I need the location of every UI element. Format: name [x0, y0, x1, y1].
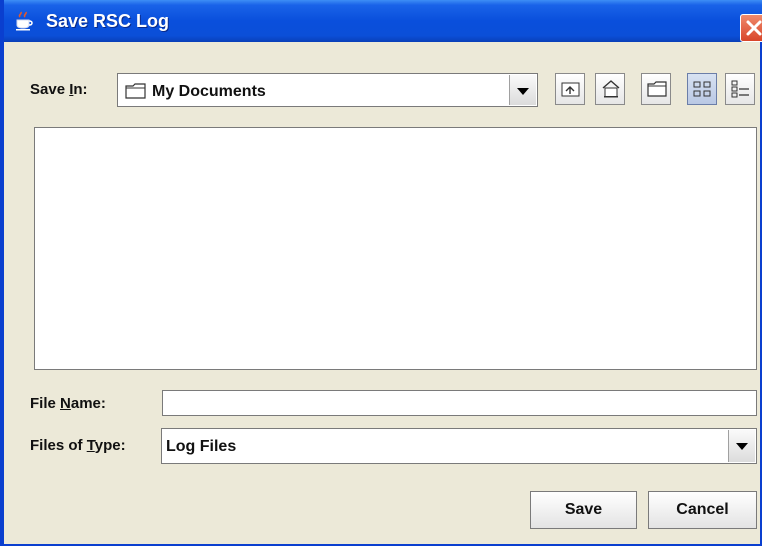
close-icon [746, 20, 762, 36]
save-in-dropdown-arrow[interactable] [509, 75, 536, 105]
file-type-value: Log Files [166, 438, 237, 455]
file-name-field[interactable] [162, 390, 757, 416]
java-cup-icon [14, 11, 34, 31]
save-in-value: My Documents [152, 83, 266, 100]
up-one-level-button[interactable] [555, 73, 585, 105]
save-in-label: Save In: [30, 81, 88, 98]
details-view-icon [731, 80, 749, 98]
list-view-icon [693, 81, 711, 97]
file-type-dropdown-arrow[interactable] [728, 430, 755, 462]
home-icon [602, 80, 620, 98]
file-list-pane[interactable] [34, 127, 757, 370]
up-folder-icon [561, 82, 580, 97]
save-button[interactable]: Save [530, 491, 637, 529]
title-bar[interactable]: Save RSC Log [4, 0, 762, 42]
window-title: Save RSC Log [46, 11, 170, 31]
new-folder-icon [647, 81, 667, 97]
file-type-dropdown[interactable]: Log Files [161, 428, 757, 464]
close-button[interactable] [740, 14, 762, 42]
save-dialog: Save RSC Log Save In: My Documents File … [0, 0, 762, 546]
save-in-dropdown[interactable]: My Documents [117, 73, 538, 107]
details-view-button[interactable] [725, 73, 755, 105]
file-name-label: File Name: [30, 395, 106, 412]
list-view-button[interactable] [687, 73, 717, 105]
cancel-button[interactable]: Cancel [648, 491, 757, 529]
folder-icon [125, 82, 147, 105]
home-button[interactable] [595, 73, 625, 105]
file-type-label: Files of Type: [30, 437, 126, 454]
new-folder-button[interactable] [641, 73, 671, 105]
